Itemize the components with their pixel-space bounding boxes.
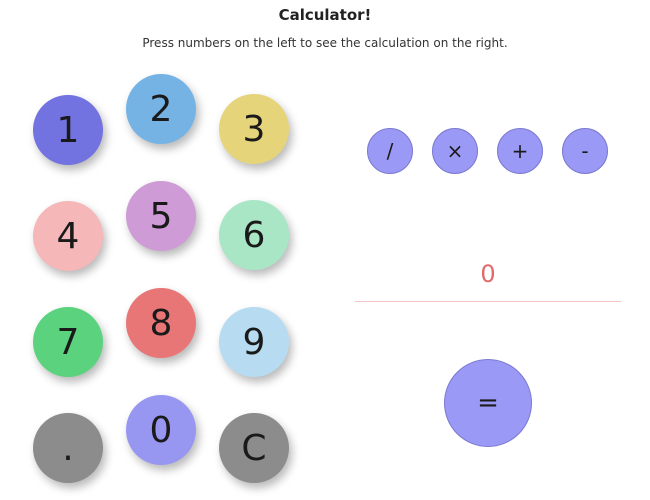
key-0-button[interactable]: 0 — [126, 395, 196, 465]
page-subtitle: Press numbers on the left to see the cal… — [142, 36, 508, 50]
key-8-button[interactable]: 8 — [126, 288, 196, 358]
equals-button[interactable]: = — [444, 359, 532, 447]
clear-button[interactable]: C — [219, 413, 289, 483]
key-7-button[interactable]: 7 — [33, 307, 103, 377]
divide-button[interactable]: / — [367, 128, 413, 174]
key-decimal-button[interactable]: . — [33, 413, 103, 483]
add-button[interactable]: + — [497, 128, 543, 174]
key-3-button[interactable]: 3 — [219, 94, 289, 164]
key-1-button[interactable]: 1 — [33, 95, 103, 165]
display-divider — [355, 301, 621, 302]
key-4-button[interactable]: 4 — [33, 201, 103, 271]
result-display: 0 — [480, 260, 496, 288]
key-5-button[interactable]: 5 — [126, 181, 196, 251]
key-6-button[interactable]: 6 — [219, 200, 289, 270]
subtract-button[interactable]: - — [562, 128, 608, 174]
multiply-button[interactable]: × — [432, 128, 478, 174]
page-title: Calculator! — [278, 6, 372, 24]
key-2-button[interactable]: 2 — [126, 74, 196, 144]
key-9-button[interactable]: 9 — [219, 307, 289, 377]
